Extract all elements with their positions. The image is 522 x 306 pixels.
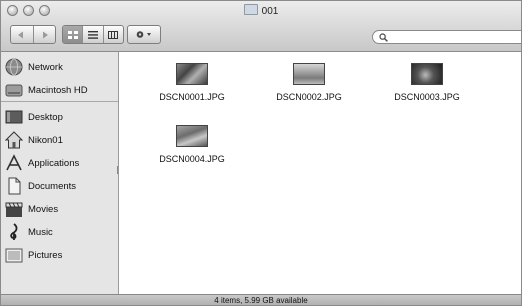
image-thumbnail — [411, 63, 443, 85]
action-menu-button[interactable] — [127, 25, 161, 44]
action-menu-inner[interactable] — [128, 26, 160, 43]
back-button[interactable] — [11, 26, 34, 43]
toolbar: 001 — [1, 1, 521, 52]
folder-icon — [243, 4, 258, 15]
sidebar-item-label: Applications — [28, 157, 80, 169]
sidebar-item-pictures[interactable]: Pictures — [5, 244, 115, 266]
sidebar-item-label: Nikon01 — [28, 134, 63, 146]
file-item[interactable]: DSCN0001.JPG — [147, 63, 237, 102]
image-thumbnail — [293, 63, 325, 85]
sidebar-item-label: Network — [28, 61, 63, 73]
sidebar-item-label: Documents — [28, 180, 77, 192]
clapperboard-icon — [5, 200, 23, 218]
sidebar-item-nikon01[interactable]: Nikon01 — [4, 129, 115, 151]
status-text: 4 items, 5.99 GB available — [214, 296, 308, 305]
file-name: DSCN0003.JPG — [394, 92, 460, 102]
file-browser: DSCN0001.JPG DSCN0002.JPG DSCN0003.JPG D… — [119, 52, 521, 294]
sidebar-item-desktop[interactable]: Desktop — [5, 106, 115, 128]
sidebar-item-movies[interactable]: Movies — [5, 198, 115, 220]
sidebar-item-label: Desktop — [28, 111, 63, 123]
sidebar: Network Macintosh HD Desktop Nikon01 App… — [1, 52, 119, 294]
sidebar-item-label: Macintosh HD — [28, 84, 88, 96]
sidebar-divider — [1, 101, 118, 102]
image-thumbnail — [176, 63, 208, 85]
view-switcher — [62, 25, 124, 44]
file-item[interactable]: DSCN0004.JPG — [147, 125, 237, 164]
window-title-area: 001 — [1, 4, 521, 17]
sidebar-item-applications[interactable]: Applications — [5, 152, 115, 174]
sidebar-item-label: Music — [28, 226, 53, 238]
file-name: DSCN0002.JPG — [276, 92, 342, 102]
applications-icon — [5, 154, 23, 172]
file-item[interactable]: DSCN0002.JPG — [264, 63, 354, 102]
back-arrow-icon — [17, 31, 23, 38]
globe-icon — [5, 58, 23, 76]
desktop-icon — [5, 108, 23, 126]
gear-icon — [136, 31, 151, 38]
search-input[interactable] — [391, 32, 511, 42]
column-view-button[interactable] — [104, 26, 123, 43]
sidebar-item-macintosh-hd[interactable]: Macintosh HD — [5, 79, 115, 101]
file-name: DSCN0001.JPG — [159, 92, 225, 102]
navigation-buttons — [10, 25, 56, 44]
column-view-icon — [108, 30, 119, 39]
sidebar-item-documents[interactable]: Documents — [5, 175, 115, 197]
icon-view-icon — [67, 30, 78, 39]
search-field[interactable] — [372, 30, 521, 44]
sidebar-item-label: Pictures — [28, 249, 63, 261]
sidebar-item-network[interactable]: Network — [5, 56, 115, 78]
forward-arrow-icon — [43, 31, 49, 38]
file-name: DSCN0004.JPG — [159, 154, 225, 164]
sidebar-item-music[interactable]: Music — [5, 221, 115, 243]
finder-window: 001 Network Macintosh HD Desktop Nikon01… — [0, 0, 522, 306]
picture-frame-icon — [5, 246, 23, 264]
forward-button[interactable] — [34, 26, 56, 43]
list-view-icon — [87, 30, 98, 39]
file-item[interactable]: DSCN0003.JPG — [382, 63, 472, 102]
icon-view-button[interactable] — [63, 26, 84, 43]
image-thumbnail — [176, 125, 208, 147]
hard-drive-icon — [5, 81, 23, 99]
documents-icon — [5, 177, 23, 195]
list-view-button[interactable] — [83, 26, 104, 43]
window-title: 001 — [261, 6, 279, 17]
search-icon — [379, 32, 388, 42]
home-icon — [4, 131, 24, 149]
music-note-icon — [5, 223, 23, 241]
sidebar-item-label: Movies — [28, 203, 59, 215]
status-bar: 4 items, 5.99 GB available — [1, 294, 521, 305]
